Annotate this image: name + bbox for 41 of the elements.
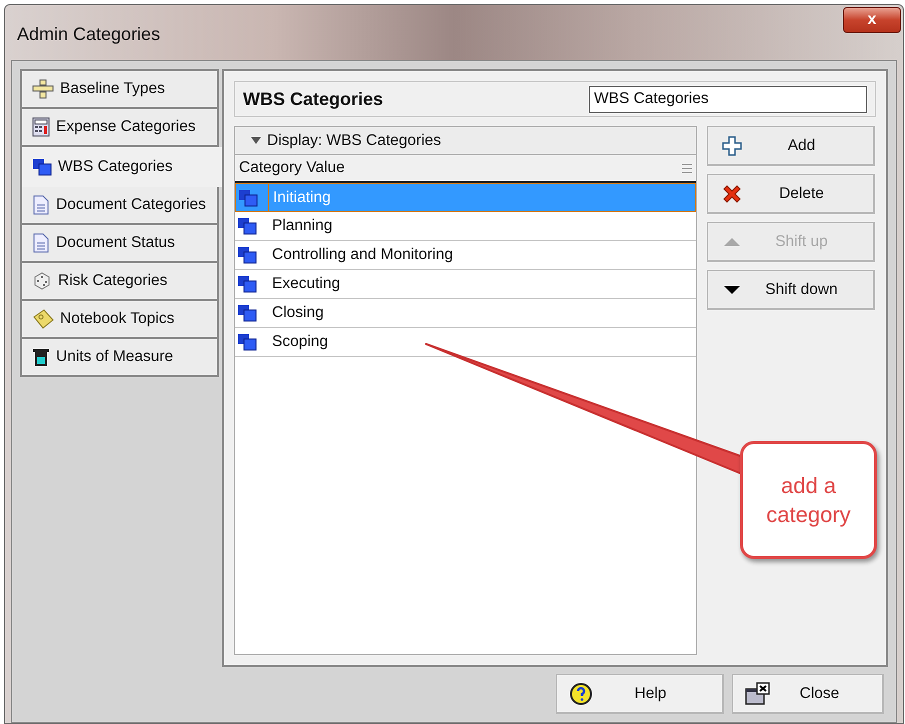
close-window-icon (745, 682, 771, 706)
column-menu-icon (682, 164, 692, 172)
display-bar[interactable]: Display: WBS Categories (235, 127, 696, 155)
wbs-icon (32, 158, 52, 176)
wbs-item-icon (237, 333, 257, 351)
wbs-item-icon (237, 246, 257, 264)
action-button[interactable]: Shift down (707, 270, 875, 310)
callout-bubble: add a category (740, 441, 877, 559)
footer-button[interactable]: Help (556, 674, 724, 714)
sidebar-tab[interactable]: Baseline Types (20, 69, 219, 109)
hierarchy-icon (32, 79, 54, 99)
sidebar-tab[interactable]: Expense Categories (20, 107, 219, 147)
footer-button[interactable]: Close (732, 674, 884, 714)
beaker-icon (32, 347, 50, 367)
sidebar-tab[interactable]: Units of Measure (20, 337, 219, 377)
action-button[interactable]: Delete (707, 174, 875, 214)
wbs-item-icon (237, 304, 257, 322)
document-icon (32, 195, 50, 215)
up-triangle-icon (723, 236, 741, 246)
down-triangle-icon (723, 284, 741, 294)
dice-icon (32, 271, 52, 291)
sidebar-tab[interactable]: Risk Categories (20, 261, 219, 301)
sidebar-tab[interactable]: Document Status (20, 223, 219, 263)
plus-icon (722, 136, 742, 156)
calculator-icon (32, 117, 50, 137)
sidebar-tab[interactable]: Notebook Topics (20, 299, 219, 339)
action-button[interactable]: Add (707, 126, 875, 166)
column-header[interactable]: Category Value (235, 155, 696, 183)
wbs-item-icon (237, 217, 257, 235)
window-close-button[interactable]: x (843, 7, 901, 33)
delete-icon (722, 184, 742, 204)
panel-title: WBS Categories (243, 88, 384, 111)
wbs-item-icon (238, 188, 258, 206)
sidebar-tab[interactable]: Document Categories (20, 185, 219, 225)
help-icon (569, 682, 593, 706)
sidebar-tab[interactable]: WBS Categories (20, 147, 222, 187)
display-label: Display: WBS Categories (267, 130, 442, 151)
document-icon (32, 233, 50, 253)
wbs-item-icon (237, 275, 257, 293)
window-title: Admin Categories (17, 23, 160, 46)
name-field[interactable]: WBS Categories (589, 86, 867, 112)
